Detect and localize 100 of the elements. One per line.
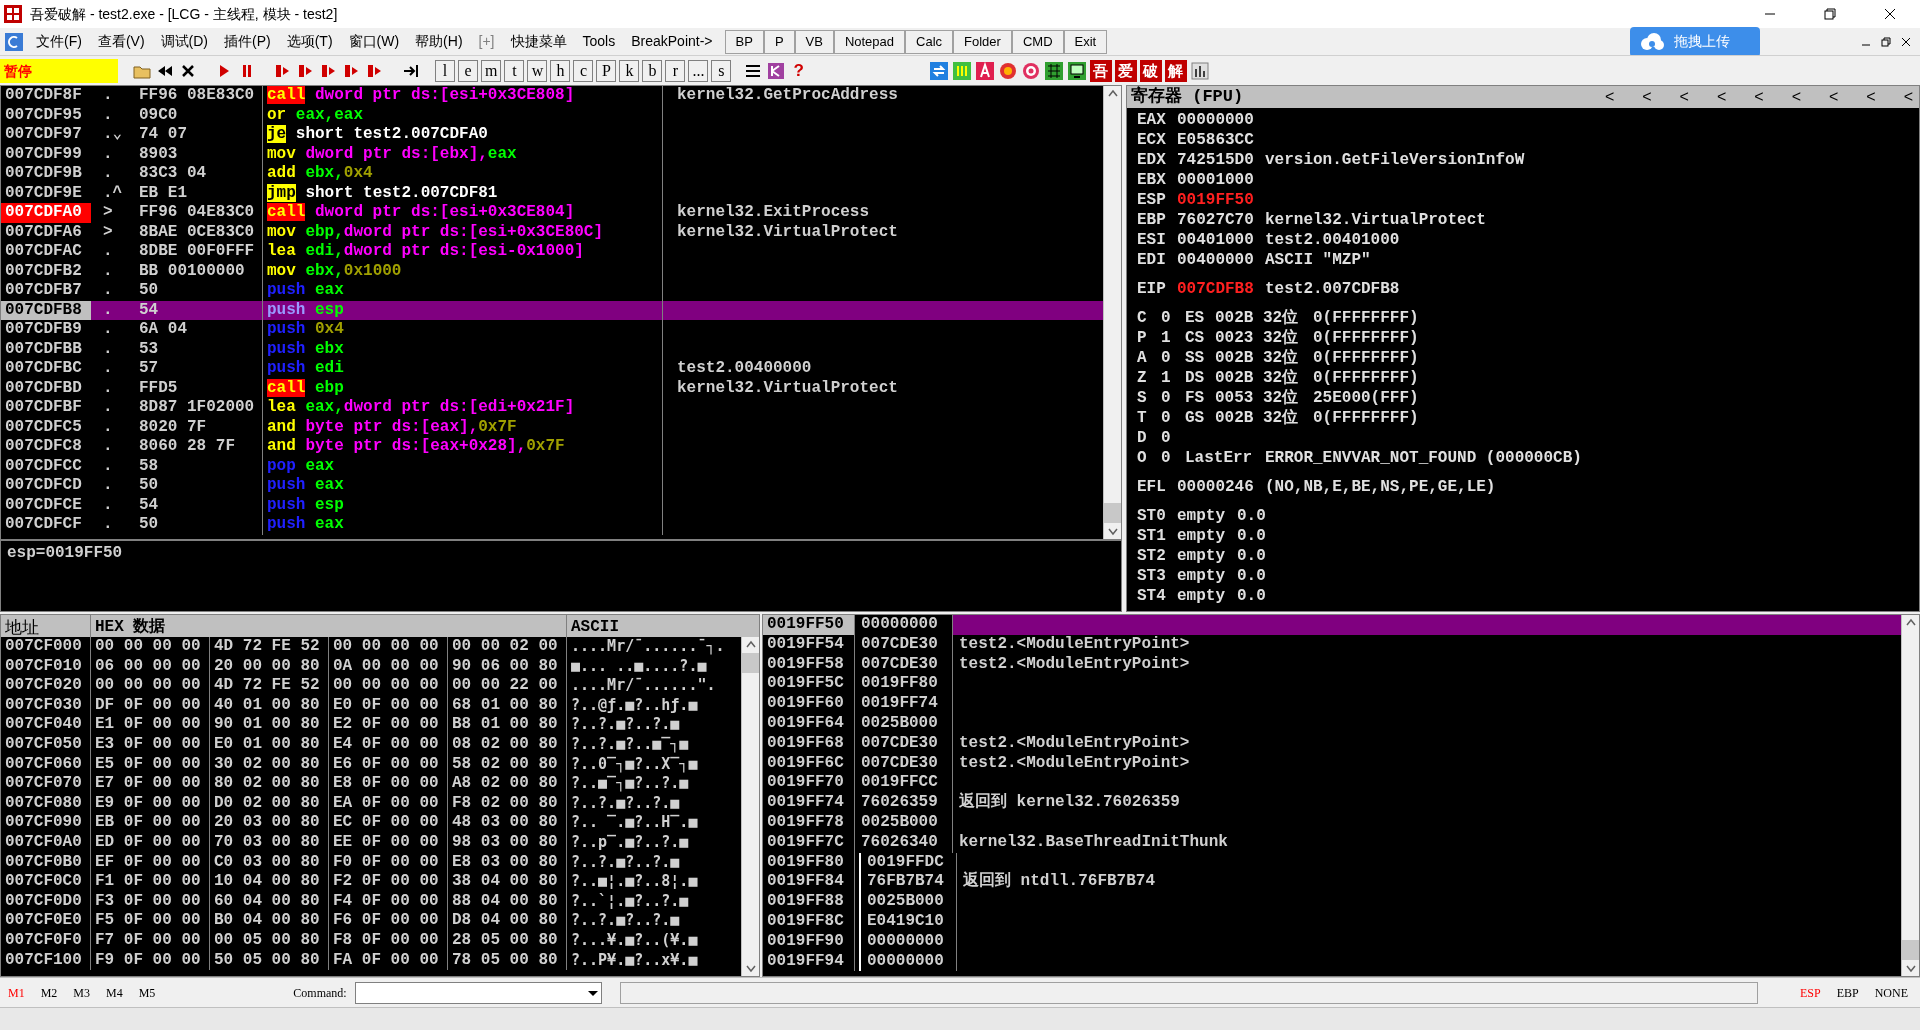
address-cell[interactable]: 007CDFBD: [1, 378, 91, 398]
tool-button[interactable]: VB: [794, 29, 834, 54]
command-combobox[interactable]: [354, 981, 602, 1004]
address-cell[interactable]: 007CDFAC: [1, 242, 91, 262]
stack-address[interactable]: 0019FF5C: [763, 674, 855, 695]
scroll-thumb[interactable]: [1104, 503, 1121, 523]
stack-address[interactable]: 0019FF90: [763, 931, 855, 952]
menu-item[interactable]: 帮助(H): [407, 31, 471, 52]
window-button[interactable]: h: [550, 59, 571, 82]
flag-value[interactable]: 1: [1161, 328, 1185, 348]
tool-button[interactable]: Calc: [905, 29, 954, 54]
instruction-cell[interactable]: mov ebp,dword ptr ds:[esi+0x3CE80C]: [263, 222, 663, 242]
menu-item[interactable]: 快捷菜单: [502, 31, 575, 52]
register-value[interactable]: 00000000: [1177, 110, 1265, 130]
bar-chart-icon[interactable]: [1189, 60, 1210, 81]
address-cell[interactable]: 007CDFBB: [1, 339, 91, 359]
instruction-cell[interactable]: call ebp: [263, 378, 663, 398]
instruction-cell[interactable]: push 0x4: [263, 320, 663, 340]
window-button[interactable]: P: [596, 59, 617, 82]
fpu-value[interactable]: 0.0: [1237, 526, 1266, 546]
tool-button[interactable]: CMD: [1011, 29, 1064, 54]
stack-address[interactable]: 0019FF6C: [763, 753, 855, 774]
tool-button[interactable]: Exit: [1063, 29, 1108, 54]
stack-address[interactable]: 0019FF80: [763, 852, 855, 873]
address-cell[interactable]: 007CDFBC: [1, 359, 91, 379]
view-arrow[interactable]: <: [1716, 85, 1727, 109]
view-arrow[interactable]: <: [1903, 85, 1913, 109]
address-cell[interactable]: 007CDFCF: [1, 515, 91, 535]
plugin-button[interactable]: 破: [1139, 59, 1162, 82]
address-cell[interactable]: 007CDFA0: [1, 203, 91, 223]
instruction-cell[interactable]: pop eax: [263, 456, 663, 476]
instruction-cell[interactable]: push eax: [263, 281, 663, 301]
monitor-icon[interactable]: [1066, 60, 1087, 81]
fpu-value[interactable]: 0.0: [1237, 546, 1266, 566]
memory-tab[interactable]: M1: [0, 983, 33, 1002]
menu-item[interactable]: BreakPoint->: [623, 31, 721, 52]
stack-address[interactable]: 0019FF50: [763, 615, 855, 635]
menu-item[interactable]: 插件(P): [216, 31, 279, 52]
register-value[interactable]: 76027C70: [1177, 210, 1265, 230]
view-arrow[interactable]: <: [1754, 85, 1764, 109]
flag-value[interactable]: 0: [1161, 408, 1185, 428]
instruction-cell[interactable]: jmp short test2.007CDF81: [263, 183, 663, 203]
fpu-value[interactable]: 0.0: [1237, 506, 1266, 526]
window-button[interactable]: r: [665, 59, 686, 82]
tool-button[interactable]: Folder: [953, 29, 1012, 54]
letter-a-icon[interactable]: [974, 60, 995, 81]
stack-address[interactable]: 0019FF94: [763, 951, 855, 972]
scroll-thumb[interactable]: [1902, 940, 1919, 960]
flag-value[interactable]: 0: [1161, 448, 1185, 468]
window-button[interactable]: m: [481, 59, 502, 82]
stack-address[interactable]: 0019FF88: [763, 892, 855, 912]
window-button[interactable]: e: [458, 59, 478, 82]
stack-address[interactable]: 0019FF84: [763, 872, 855, 893]
view-arrow[interactable]: <: [1828, 85, 1839, 109]
address-cell[interactable]: 007CDF95: [1, 105, 91, 125]
instruction-cell[interactable]: lea eax,dword ptr ds:[edi+0x21F]: [263, 398, 663, 418]
register-value[interactable]: 00401000: [1177, 230, 1265, 250]
stack-mode-button[interactable]: NONE: [1866, 983, 1916, 1002]
instruction-cell[interactable]: push esp: [263, 495, 663, 515]
register-value[interactable]: 742515D0: [1177, 150, 1265, 170]
register-value[interactable]: 00000246: [1177, 477, 1265, 497]
flag-value[interactable]: 0: [1161, 308, 1185, 328]
plugin-button[interactable]: 爱: [1114, 59, 1137, 82]
record-icon[interactable]: [997, 60, 1018, 81]
address-cell[interactable]: 007CDFB8: [1, 300, 91, 320]
column-header[interactable]: ASCII: [567, 615, 741, 637]
address-cell[interactable]: 007CDFC8: [1, 437, 91, 457]
window-button[interactable]: t: [504, 59, 525, 82]
instruction-cell[interactable]: push ebx: [263, 339, 663, 359]
memory-tab[interactable]: M5: [130, 983, 164, 1002]
address-cell[interactable]: 007CDFA6: [1, 222, 91, 242]
address-cell[interactable]: 007CDF99: [1, 144, 91, 164]
view-arrow[interactable]: <: [1679, 85, 1689, 109]
instruction-cell[interactable]: and byte ptr ds:[eax],0x7F: [263, 417, 663, 437]
register-value[interactable]: 00001000: [1177, 170, 1265, 190]
address-cell[interactable]: 007CDFC5: [1, 417, 91, 437]
close-icon[interactable]: [1900, 35, 1912, 48]
window-button[interactable]: b: [642, 59, 663, 82]
view-arrow[interactable]: <: [1604, 85, 1615, 109]
instruction-cell[interactable]: push eax: [263, 515, 663, 535]
register-value[interactable]: 00400000: [1177, 250, 1265, 270]
menu-item[interactable]: 选项(T): [278, 31, 341, 52]
address-cell[interactable]: 007CDF9B: [1, 164, 91, 184]
plugin-button[interactable]: 解: [1164, 59, 1187, 82]
instruction-cell[interactable]: call dword ptr ds:[esi+0x3CE804]: [263, 203, 663, 223]
address-cell[interactable]: 007CDFCC: [1, 456, 91, 476]
memory-tab[interactable]: M4: [98, 983, 131, 1002]
instruction-cell[interactable]: add ebx,0x4: [263, 164, 663, 184]
window-button[interactable]: w: [527, 59, 548, 82]
address-cell[interactable]: 007CDFB9: [1, 320, 91, 340]
flag-value[interactable]: 0: [1161, 348, 1185, 368]
menu-item[interactable]: 文件(F): [28, 31, 90, 52]
register-value[interactable]: E05863CC: [1177, 130, 1265, 150]
fpu-value[interactable]: 0.0: [1237, 566, 1266, 586]
column-header[interactable]: HEX 数据: [91, 615, 567, 637]
menu-logo-icon[interactable]: [4, 31, 24, 52]
address-cell[interactable]: 007CDFCD: [1, 476, 91, 496]
tool-button[interactable]: P: [763, 29, 795, 54]
menu-item[interactable]: 窗口(W): [340, 31, 408, 52]
instruction-cell[interactable]: mov ebx,0x1000: [263, 261, 663, 281]
